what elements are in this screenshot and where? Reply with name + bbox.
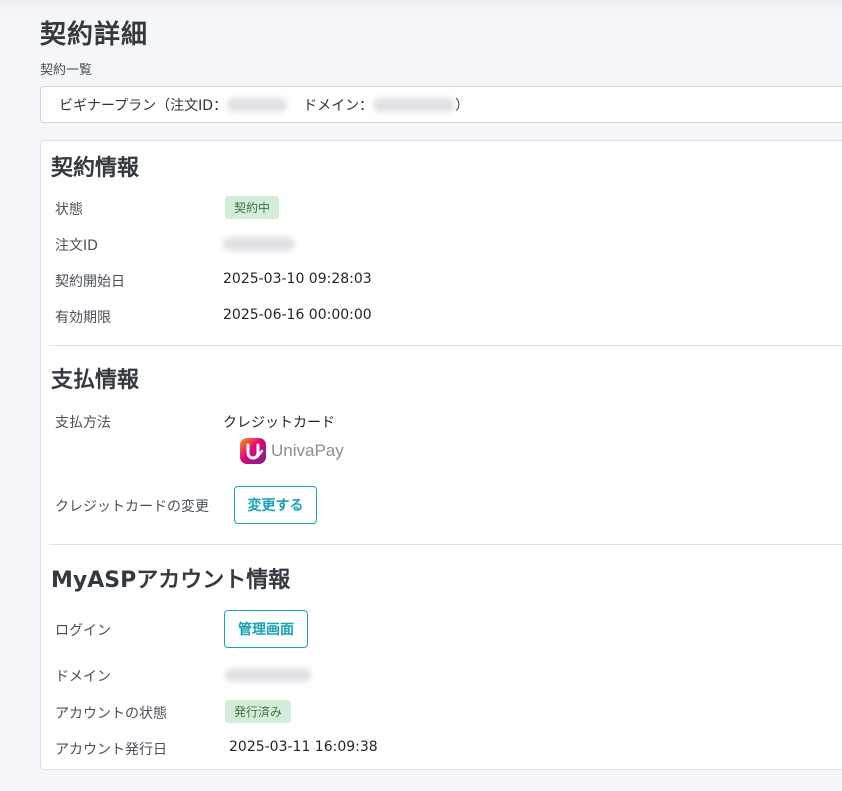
change-card-label: クレジットカードの変更 xyxy=(55,499,209,515)
issue-date-label: アカウント発行日 xyxy=(55,742,167,758)
contract-select-prefix: ビギナープラン（注文ID： xyxy=(59,97,228,114)
status-label: 状態 xyxy=(55,202,83,218)
contract-detail-card: 契約情報 状態 契約中 注文ID 契約開始日 2025-03-10 09:28:… xyxy=(40,140,842,770)
payment-method-label: 支払方法 xyxy=(55,415,111,431)
contract-select[interactable]: ビギナープラン（注文ID： ドメイン： ） xyxy=(40,86,842,123)
domain-label: ドメイン xyxy=(55,669,111,685)
top-bar xyxy=(0,0,842,10)
redacted-order-id xyxy=(227,97,288,112)
payment-method-value: クレジットカード xyxy=(223,415,335,431)
payment-info-title: 支払情報 xyxy=(51,368,140,393)
login-label: ログイン xyxy=(55,623,111,639)
redacted-domain-value xyxy=(225,668,311,682)
start-date-label: 契約開始日 xyxy=(55,274,125,290)
breadcrumb-contract-list[interactable]: 契約一覧 xyxy=(40,59,92,78)
section-divider xyxy=(49,345,842,346)
page-title: 契約詳細 xyxy=(40,20,149,50)
univapay-icon xyxy=(240,438,266,464)
contract-select-middle: ドメイン： xyxy=(303,97,374,114)
order-id-label: 注文ID xyxy=(55,238,98,254)
contract-info-title: 契約情報 xyxy=(51,156,140,181)
univapay-logo-text: UnivaPay xyxy=(271,441,344,460)
redacted-order-id-value xyxy=(223,237,295,251)
expiry-value: 2025-06-16 00:00:00 xyxy=(223,307,372,323)
admin-panel-button[interactable]: 管理画面 xyxy=(224,610,308,648)
redacted-domain xyxy=(373,97,456,112)
expiry-label: 有効期限 xyxy=(55,310,111,326)
change-card-button[interactable]: 変更する xyxy=(234,486,317,524)
issue-date-value: 2025-03-11 16:09:38 xyxy=(229,739,378,755)
contract-select-suffix: ） xyxy=(455,97,470,114)
section-divider xyxy=(49,544,842,545)
account-status-label: アカウントの状態 xyxy=(55,706,167,722)
status-badge: 契約中 xyxy=(225,196,280,219)
univapay-logo: UnivaPay xyxy=(239,437,344,465)
account-info-title: MyASPアカウント情報 xyxy=(51,568,291,593)
account-status-badge: 発行済み xyxy=(225,700,292,723)
start-date-value: 2025-03-10 09:28:03 xyxy=(223,271,372,287)
